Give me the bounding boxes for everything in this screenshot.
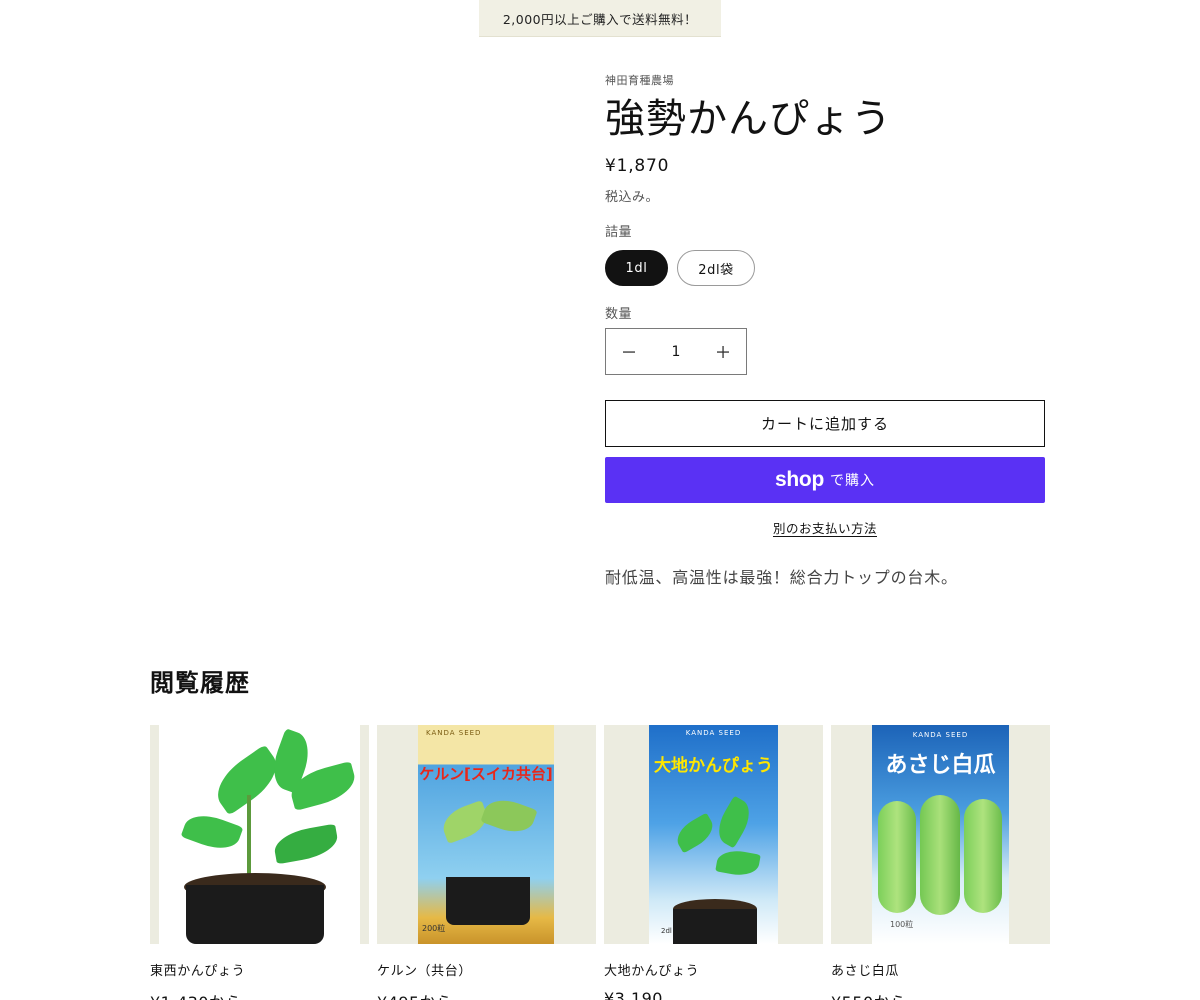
leaf-shape [671,812,719,854]
quantity-decrease-button[interactable] [606,329,652,374]
shop-pay-logo: shop [775,468,824,491]
shop-pay-buy-label: で購入 [829,473,875,489]
add-to-cart-button[interactable]: カートに追加する [605,400,1045,447]
product-card[interactable]: 東西かんぴょう ¥1,430から [150,725,369,1000]
product-card[interactable]: KANDA SEED 大地かんぴょう 2dl 大地かんぴょう ¥3,190 [604,725,823,1000]
product-title: 強勢かんぴょう [605,96,892,142]
packet-brand: KANDA SEED [426,729,482,737]
quantity-increase-button[interactable] [700,329,746,374]
product-image[interactable]: KANDA SEED あさじ白瓜 100粒 [831,725,1050,944]
packet-note: 100粒 [890,920,914,929]
leaf-shape [711,795,757,849]
product-image[interactable] [150,725,369,944]
variant-option-1dl[interactable]: 1dl [605,250,668,286]
product-card-price: ¥1,430から [150,989,369,1000]
product-card-name[interactable]: 東西かんぴょう [150,960,369,979]
stem-shape [247,795,251,885]
packet-brand: KANDA SEED [685,729,742,737]
pot-shape [673,909,757,944]
product-image[interactable]: KANDA SEED 大地かんぴょう 2dl [604,725,823,944]
product-card-name[interactable]: ケルン（共台） [377,960,596,979]
more-payment-link[interactable]: 別のお支払い方法 [773,521,877,536]
melon-shape [964,799,1002,913]
plus-icon [717,345,729,358]
more-payment-options: 別のお支払い方法 [605,518,1045,537]
product-card-name[interactable]: あさじ白瓜 [831,960,1050,979]
quantity-input[interactable]: 1 [652,344,700,360]
minus-icon [623,350,635,353]
melon-shape [920,795,960,915]
add-to-cart-label: カートに追加する [760,415,889,433]
product-price: ¥1,870 [605,156,670,176]
product-image[interactable]: KANDA SEED ケルン[スイカ共台] 200粒 [377,725,596,944]
quantity-label: 数量 [605,307,633,322]
product-card-price: ¥550から [831,989,1050,1000]
leaf-shape [715,847,761,879]
melon-shape [878,801,916,913]
product-card-name[interactable]: 大地かんぴょう [604,960,823,979]
product-card[interactable]: KANDA SEED あさじ白瓜 100粒 あさじ白瓜 ¥550から [831,725,1050,1000]
pot-shape [446,877,530,925]
packet-title: 大地かんぴょう [654,756,773,776]
option-label: 詰量 [605,225,633,240]
tax-note: 税込み。 [605,190,660,205]
announcement-bar: 2,000円以上ご購入で送料無料！ [479,0,721,37]
seed-packet: KANDA SEED 大地かんぴょう 2dl [649,725,778,944]
seed-packet: KANDA SEED ケルン[スイカ共台] 200粒 [418,725,554,944]
product-description: 耐低温、高温性は最強！総合力トップの台木。 [605,568,958,587]
recently-viewed-title: 閲覧履歴 [150,669,250,697]
variant-option-2dl[interactable]: 2dl袋 [677,250,755,286]
packet-brand: KANDA SEED [912,731,969,739]
leaf-shape [480,793,538,839]
product-card[interactable]: KANDA SEED ケルン[スイカ共台] 200粒 ケルン（共台） ¥495か… [377,725,596,1000]
packet-note: 200粒 [422,924,446,933]
pot-shape [186,885,324,944]
variant-selector: 1dl 2dl袋 [605,250,755,286]
product-card-price: ¥3,190 [604,989,663,1000]
packet-title: あさじ白瓜 [885,753,996,778]
shop-pay-button[interactable]: shop で購入 [605,457,1045,503]
announcement-text: 2,000円以上ご購入で送料無料！ [502,11,698,27]
quantity-stepper: 1 [605,328,747,375]
packet-note: 2dl [661,927,672,935]
seed-packet: KANDA SEED あさじ白瓜 100粒 [872,725,1009,944]
product-card-price: ¥495から [377,989,596,1000]
packet-title: ケルン[スイカ共台] [419,765,553,783]
